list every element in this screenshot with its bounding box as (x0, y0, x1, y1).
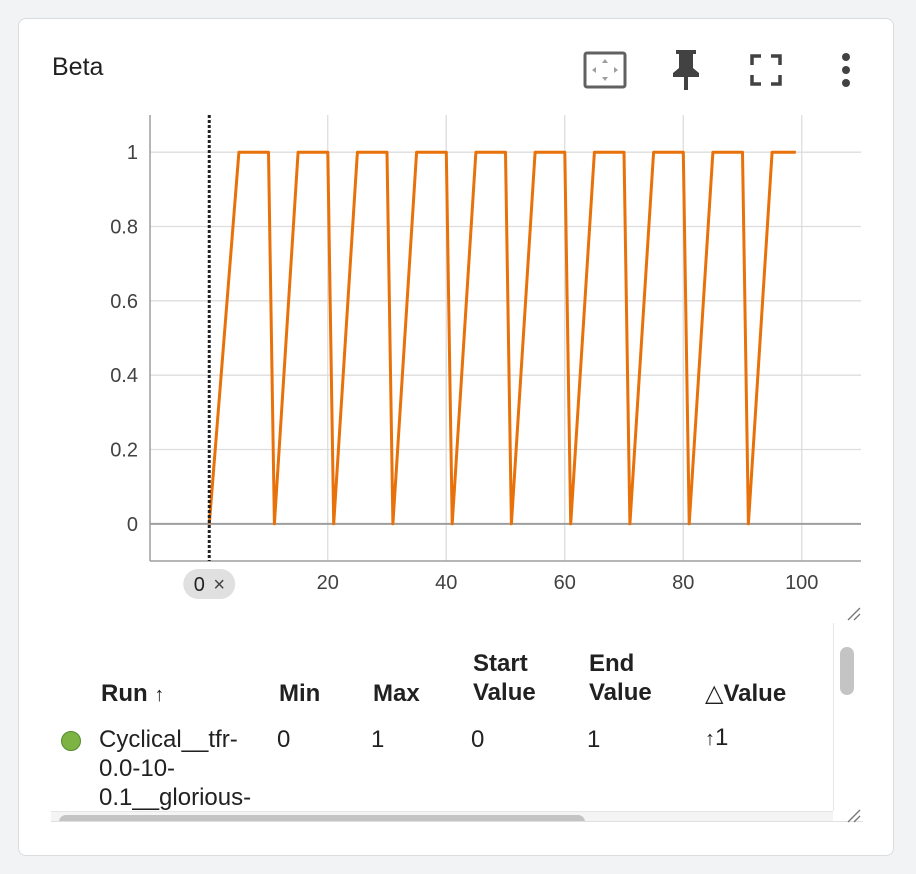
cell-delta-value: ↑1 (705, 723, 728, 754)
run-name-line3: 0.1__glorious- (99, 784, 252, 811)
column-header-delta-label: Value (723, 680, 787, 707)
cell-start-value: 0 (471, 726, 485, 753)
y-tick-label: 1 (127, 142, 138, 164)
column-header-end-line1: End (589, 650, 635, 677)
cell-min: 0 (277, 726, 291, 753)
line-chart[interactable]: 00.20.40.60.8120 40 60 80 1000 × (19, 19, 893, 619)
column-header-start-value[interactable]: Start Value (473, 649, 536, 707)
run-color-dot (61, 731, 81, 751)
x-tick-label: 40 (435, 572, 457, 594)
y-tick-label: 0 (127, 514, 138, 536)
column-header-run-label: Run (101, 680, 148, 707)
x-tick-label: 80 (672, 572, 694, 594)
vertical-scrollbar-thumb[interactable] (840, 647, 854, 695)
resize-grip-icon (847, 607, 861, 621)
column-header-end-line2: Value (589, 679, 652, 706)
delta-up-icon: ↑ (705, 728, 715, 750)
y-tick-label: 0.6 (110, 291, 138, 313)
scalar-card: Beta 0 0.2 0.4 0.6 0.8 1 20 40 60 80 100 0 × Ru (18, 18, 894, 856)
table-resize-handle[interactable] (845, 807, 861, 823)
cell-max: 1 (371, 726, 385, 753)
cell-end-value: 1 (587, 726, 601, 753)
cell-delta-number: 1 (715, 724, 729, 751)
y-tick-label: 0.4 (110, 365, 138, 387)
column-header-end-value[interactable]: End Value (589, 649, 652, 707)
series-line (207, 150, 796, 526)
run-name: Cyclical__tfr- 0.0-10- 0.1__glorious- (99, 725, 251, 812)
column-header-min[interactable]: Min (279, 679, 320, 708)
x-origin-chip[interactable]: 0 × (183, 569, 236, 599)
chart-resize-handle[interactable] (845, 605, 861, 621)
column-header-delta-value[interactable]: △Value (705, 679, 786, 708)
y-tick-label: 0.8 (110, 217, 138, 239)
resize-grip-icon (847, 809, 861, 823)
column-header-run[interactable]: Run ↑ (101, 679, 164, 710)
close-icon[interactable]: × (213, 574, 225, 596)
x-tick-label: 60 (554, 572, 576, 594)
column-header-max[interactable]: Max (373, 679, 420, 708)
x-tick-label: 100 (785, 572, 818, 594)
sort-ascending-icon: ↑ (154, 684, 165, 706)
run-name-line2: 0.0-10- (99, 755, 176, 782)
x-origin-chip-label: 0 (194, 574, 205, 596)
x-tick-label: 20 (317, 572, 339, 594)
y-tick-label: 0.2 (110, 440, 138, 462)
run-data-table: Run ↑ Min Max Start Value End Value △Val… (51, 623, 863, 822)
x-origin-chip-background (183, 569, 236, 599)
delta-icon: △ (705, 680, 724, 707)
horizontal-scrollbar-thumb[interactable] (59, 815, 585, 821)
run-name-line1: Cyclical__tfr- (99, 726, 238, 753)
column-header-start-line1: Start (473, 650, 528, 677)
column-header-start-line2: Value (473, 679, 536, 706)
